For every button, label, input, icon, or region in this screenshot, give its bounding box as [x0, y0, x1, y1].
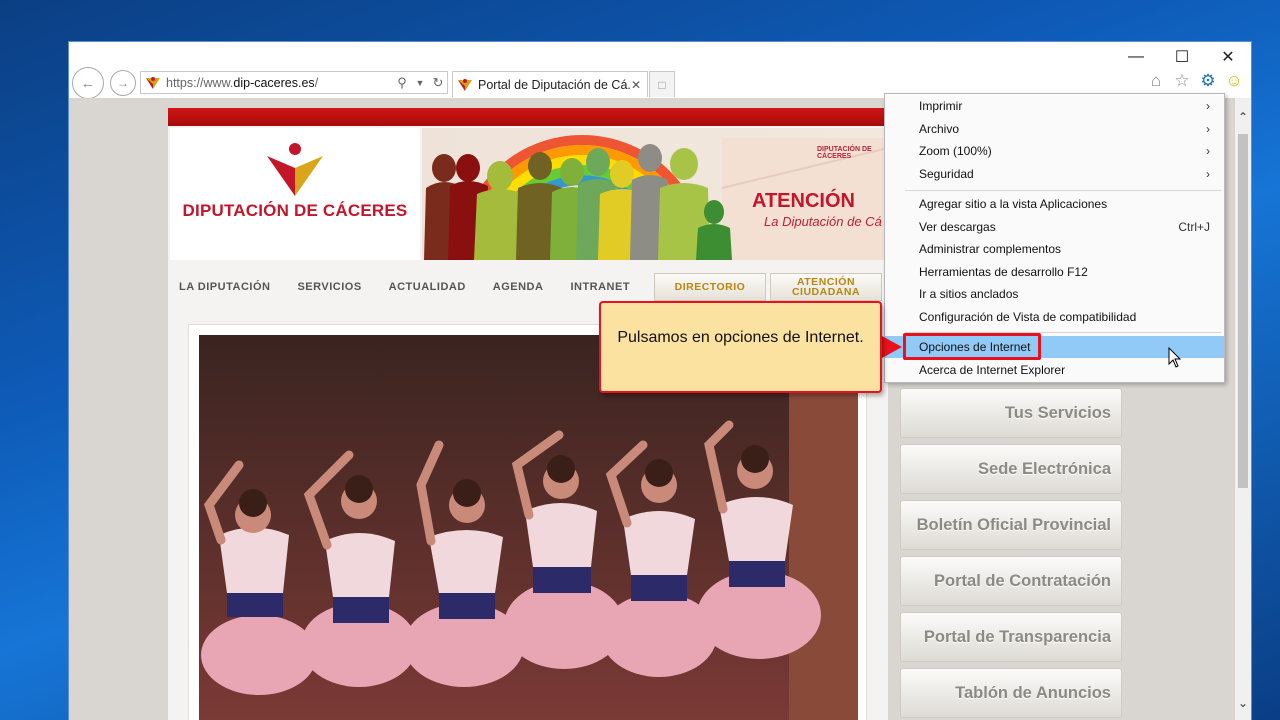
directorio-label: DIRECTORIO [674, 281, 746, 293]
logo-text: DIPUTACIÓN DE CÁCERES [182, 201, 408, 220]
diputacion-logo-icon [267, 143, 323, 196]
menu-item-ver-descargas[interactable]: Ver descargas Ctrl+J [885, 216, 1224, 238]
close-icon[interactable]: ✕ [1205, 42, 1251, 72]
maximize-icon[interactable]: ☐ [1159, 42, 1205, 72]
callout-arrow-icon [882, 336, 902, 358]
sede-electronica-button[interactable]: Sede Electrónica [900, 444, 1122, 494]
window-controls: — ☐ ✕ [1113, 42, 1251, 72]
portal-contratacion-button[interactable]: Portal de Contratación [900, 556, 1122, 606]
menu-item-la-diputacion[interactable]: LA DIPUTACIÓN [179, 281, 270, 293]
menu-item-actualidad[interactable]: ACTUALIDAD [389, 281, 466, 293]
menu-item-label: Acerca de Internet Explorer [919, 363, 1066, 377]
menu-item-label: Administrar complementos [919, 242, 1062, 256]
address-bar[interactable]: https://www.dip-caceres.es/ ⚲ ▼ ↻ [140, 71, 448, 94]
minimize-icon[interactable]: — [1113, 42, 1159, 72]
submenu-chevron-icon: › [1206, 144, 1210, 158]
url-text[interactable]: https://www.dip-caceres.es/ [166, 76, 393, 90]
submenu-chevron-icon: › [1206, 122, 1210, 136]
site-top-bar [168, 108, 888, 126]
mouse-cursor-icon [1168, 347, 1182, 368]
tab-title: Portal de Diputación de Cá... [478, 77, 631, 92]
directorio-button[interactable]: DIRECTORIO [654, 273, 766, 301]
refresh-icon[interactable]: ↻ [429, 75, 447, 91]
menu-item-sitios-anclados[interactable]: Ir a sitios anclados [885, 283, 1224, 305]
menu-separator [905, 190, 1221, 191]
portal-transparencia-button[interactable]: Portal de Transparencia [900, 612, 1122, 662]
atencion-label-2: CIUDADANA [791, 286, 861, 298]
tab-close-icon[interactable]: ✕ [631, 78, 647, 92]
boletin-oficial-button[interactable]: Boletín Oficial Provincial [900, 500, 1122, 550]
header-banner[interactable]: DIPUTACIÓN DE CÁCERES ATENCIÓN La Diputa… [422, 128, 888, 260]
menu-item-label: Imprimir [919, 99, 963, 113]
menu-item-zoom[interactable]: Zoom (100%) › [885, 140, 1224, 162]
home-icon[interactable]: ⌂ [1147, 71, 1165, 91]
callout-text: Pulsamos en opciones de Internet. [617, 329, 864, 346]
forward-button[interactable]: → [110, 70, 136, 96]
menu-item-label: Herramientas de desarrollo F12 [919, 265, 1088, 279]
shortcut-label: Ctrl+J [1178, 220, 1210, 234]
menu-item-label: Agregar sitio a la vista Aplicaciones [919, 197, 1108, 211]
menu-item-imprimir[interactable]: Imprimir › [885, 95, 1224, 117]
menu-item-label: Archivo [919, 122, 960, 136]
submenu-chevron-icon: › [1206, 99, 1210, 113]
new-tab-button[interactable]: □ [649, 71, 675, 97]
smiley-feedback-icon[interactable]: ☺ [1225, 71, 1243, 91]
menu-item-agenda[interactable]: AGENDA [493, 281, 544, 293]
gear-icon[interactable]: ⚙ [1199, 71, 1217, 91]
tus-servicios-button[interactable]: Tus Servicios [900, 388, 1122, 438]
atencion-ciudadana-button[interactable]: ATENCIÓN CIUDADANA [770, 273, 882, 301]
menu-item-vista-compatibilidad[interactable]: Configuración de Vista de compatibilidad [885, 306, 1224, 328]
menu-item-administrar-complementos[interactable]: Administrar complementos [885, 238, 1224, 260]
menu-item-label: Zoom (100%) [919, 144, 992, 158]
back-arrow-icon: ← [80, 74, 96, 92]
tab-portal-diputacion[interactable]: Portal de Diputación de Cá... ✕ [452, 71, 648, 97]
menu-item-servicios[interactable]: SERVICIOS [297, 281, 361, 293]
scroll-up-icon[interactable]: ⌃ [1235, 110, 1251, 124]
menu-item-intranet[interactable]: INTRANET [570, 281, 630, 293]
forward-arrow-icon: → [117, 76, 129, 90]
banner-title: ATENCIÓN [752, 190, 855, 212]
banner-small-text: DIPUTACIÓN DE CÁCERES [817, 146, 872, 160]
site-favicon-icon [146, 76, 160, 89]
back-button[interactable]: ← [72, 67, 104, 99]
banner-subtitle: La Diputación de Cá [764, 214, 882, 229]
menu-item-agregar-sitio[interactable]: Agregar sitio a la vista Aplicaciones [885, 193, 1224, 215]
scroll-down-icon[interactable]: ⌄ [1235, 696, 1251, 710]
browser-toolbar: — ☐ ✕ ← → https://www.dip-caceres.es/ ⚲ … [69, 42, 1251, 99]
vertical-scrollbar[interactable]: ⌃ ⌄ [1235, 98, 1251, 720]
scrollbar-thumb[interactable] [1238, 134, 1248, 488]
menu-item-herramientas-desarrollo[interactable]: Herramientas de desarrollo F12 [885, 261, 1224, 283]
site-favicon-icon [458, 78, 472, 91]
menu-item-label: Seguridad [919, 167, 974, 181]
tutorial-callout: Pulsamos en opciones de Internet. [599, 301, 882, 393]
dropdown-icon[interactable]: ▼ [411, 78, 429, 88]
menu-item-label: Ir a sitios anclados [919, 287, 1019, 301]
search-icon[interactable]: ⚲ [393, 75, 411, 91]
menu-item-seguridad[interactable]: Seguridad › [885, 163, 1224, 185]
highlight-box [903, 333, 1041, 360]
site-logo[interactable]: DIPUTACIÓN DE CÁCERES [170, 128, 420, 260]
menu-item-archivo[interactable]: Archivo › [885, 118, 1224, 140]
toolbar-icons: ⌂ ☆ ⚙ ☺ [1147, 71, 1243, 91]
new-tab-icon: □ [658, 77, 666, 92]
favorites-star-icon[interactable]: ☆ [1173, 71, 1191, 91]
submenu-chevron-icon: › [1206, 167, 1210, 181]
menu-item-label: Configuración de Vista de compatibilidad [919, 310, 1137, 324]
tablon-anuncios-button[interactable]: Tablón de Anuncios [900, 668, 1122, 718]
site-content: DIPUTACIÓN DE CÁCERES DIPUTACIÓN DE CÁCE… [168, 108, 888, 720]
menu-item-label: Ver descargas [919, 220, 996, 234]
